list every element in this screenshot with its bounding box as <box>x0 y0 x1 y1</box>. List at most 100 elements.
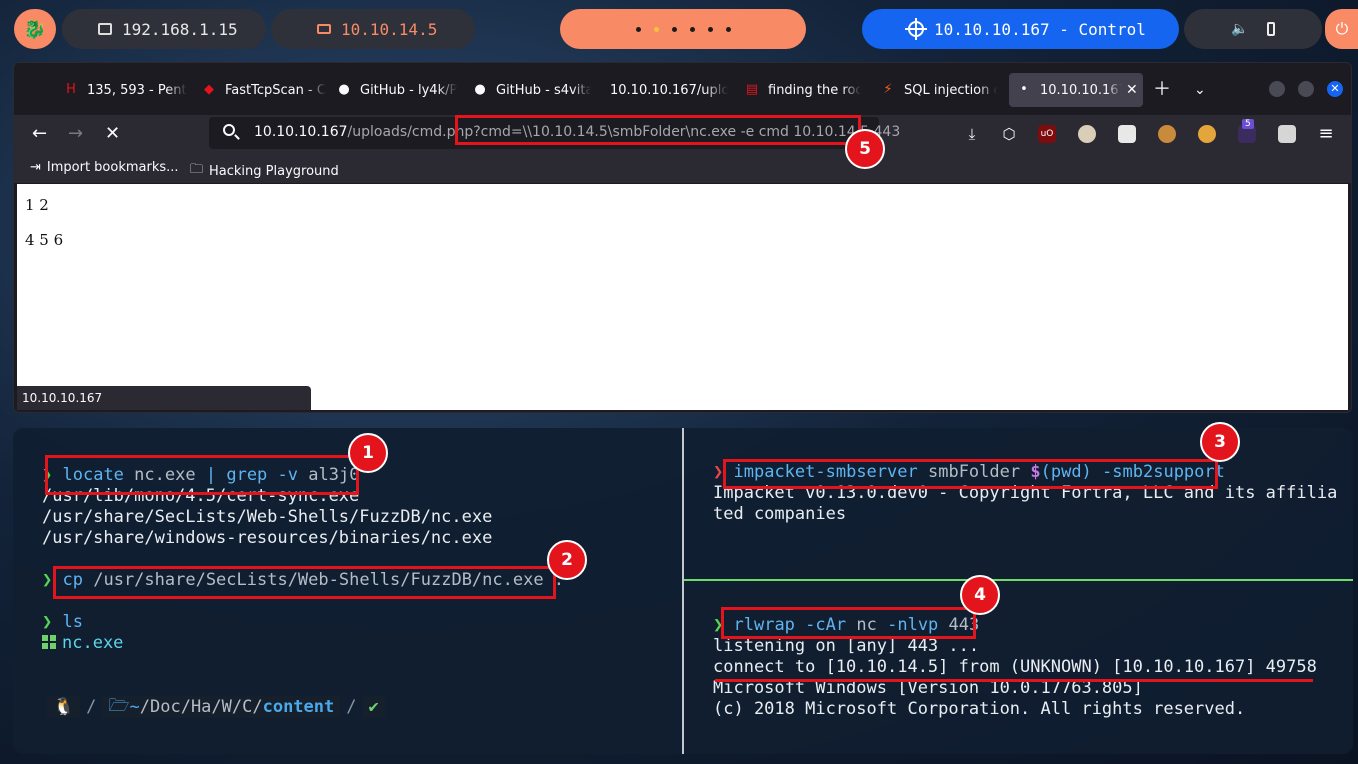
prompt-arrow: ❯ <box>42 570 53 590</box>
output-line: connect to [10.10.14.5] from (UNKNOWN) [… <box>713 657 1317 677</box>
tab-8-active[interactable]: • 10.10.10.167 ✕ <box>1009 73 1143 107</box>
tab-label: 10.10.10.167/uplo <box>610 82 728 98</box>
battery-icon[interactable] <box>1266 22 1275 36</box>
hackthebox-icon: H <box>66 82 76 97</box>
page-content: 1 2 4 5 6 10.10.10.167 <box>17 184 1348 410</box>
target-pill[interactable]: 10.10.10.167 - Control <box>862 9 1179 49</box>
linux-tux-icon: 🐧 <box>47 696 81 718</box>
workspace-5[interactable] <box>707 26 713 32</box>
tab-6[interactable]: ▤ finding the roo <box>745 73 861 107</box>
ethernet-icon <box>98 23 112 35</box>
kali-launcher-button[interactable]: 🐉 <box>14 9 56 49</box>
bookmark-label: Import bookmarks... <box>46 160 179 175</box>
tab-1[interactable]: H 135, 593 - Pent <box>64 73 188 107</box>
target-label: 10.10.10.167 - Control <box>934 19 1146 39</box>
tab-label: 135, 593 - Pent <box>87 82 187 98</box>
annotation-badge-1: 1 <box>348 433 388 473</box>
tab-label: finding the roo <box>768 82 861 98</box>
workspace-1[interactable] <box>635 26 641 32</box>
url-host: 10.10.10.167 <box>254 124 348 140</box>
tab-label: GitHub - s4vita <box>496 82 591 98</box>
left-cmd-3[interactable]: ❯ ls <box>42 612 83 633</box>
back-arrow-icon[interactable]: ← <box>32 123 47 145</box>
extensions-icon[interactable]: ⬡ <box>999 125 1019 143</box>
github-icon: ● <box>474 82 486 97</box>
pane-divider-horizontal[interactable] <box>684 579 1353 581</box>
bookmark-import[interactable]: ⇥ Import bookmarks... <box>30 160 179 175</box>
dot-icon: • <box>1020 82 1028 97</box>
prompt-bar: 🐧 / 🗁 ~/Doc/Ha/W/C/content / ✔ <box>47 696 385 718</box>
file-nc-exe: nc.exe <box>62 633 124 653</box>
path-current: content <box>262 697 335 717</box>
system-tray[interactable]: 🔈 <box>1184 9 1322 49</box>
cookie-icon[interactable] <box>1158 125 1176 143</box>
page-line-1: 1 2 <box>25 196 49 214</box>
workspace-3[interactable] <box>671 26 677 32</box>
ublock-icon[interactable]: uO <box>1038 125 1056 143</box>
import-icon: ⇥ <box>30 160 41 175</box>
tab-label: GitHub - ly4k/P <box>360 82 458 98</box>
crosshair-icon <box>905 18 927 40</box>
path-home: ~ <box>129 697 140 717</box>
volume-icon[interactable]: 🔈 <box>1231 21 1248 37</box>
maximize-button[interactable] <box>1298 81 1314 97</box>
host-ip-pill[interactable]: 192.168.1.15 <box>62 9 266 49</box>
qr-code-icon[interactable] <box>1118 125 1136 143</box>
kali-dragon-icon: 🐉 <box>23 18 47 40</box>
extension-badge: 5 <box>1242 119 1254 129</box>
pane-divider-vertical[interactable] <box>682 428 684 754</box>
minimize-button[interactable] <box>1269 81 1285 97</box>
annotation-badge-4: 4 <box>960 575 1000 615</box>
workspace-6[interactable] <box>725 26 731 32</box>
windows-icon <box>42 635 56 649</box>
bookmark-folder-hacking[interactable]: 🗀 Hacking Playground <box>190 160 339 182</box>
workspace-2[interactable] <box>653 26 659 32</box>
workspace-switcher[interactable] <box>560 9 806 49</box>
cookie-editor-icon[interactable] <box>1198 125 1216 143</box>
ls-output: nc.exe <box>42 633 123 654</box>
laptop-icon <box>317 24 331 34</box>
output-line: listening on [any] 443 ... <box>713 636 980 656</box>
new-tab-icon[interactable]: ＋ <box>1153 81 1171 99</box>
workspace-4[interactable] <box>689 26 695 32</box>
prompt-arrow: ❯ <box>713 462 724 482</box>
search-icon-handle <box>234 134 240 140</box>
search-icon <box>223 124 235 136</box>
tab-5[interactable]: 10.10.10.167/uplo <box>610 73 728 107</box>
vpn-ip-pill[interactable]: 10.10.14.5 <box>271 9 475 49</box>
annotation-box-4 <box>721 607 976 639</box>
download-icon[interactable]: ⤓ <box>962 125 982 143</box>
annotation-underline-connect <box>715 679 1313 682</box>
tab-3[interactable]: ● GitHub - ly4k/P <box>337 73 461 107</box>
close-window-icon[interactable]: ✕ <box>1327 81 1343 97</box>
annotation-badge-2: 2 <box>547 540 587 580</box>
power-icon: ⏻ <box>1335 19 1349 38</box>
annotation-box-5 <box>455 115 861 145</box>
stop-icon[interactable]: ✕ <box>105 123 120 145</box>
menu-icon[interactable]: ≡ <box>1316 125 1336 143</box>
tab-7[interactable]: ⚡ SQL injection c <box>881 73 997 107</box>
annotation-badge-3: 3 <box>1200 422 1240 462</box>
status-bar: 10.10.10.167 <box>17 386 311 410</box>
host-ip: 192.168.1.15 <box>122 19 238 39</box>
chevron-down-icon[interactable]: ⌄ <box>1194 81 1206 99</box>
bookmarks-bar: ⇥ Import bookmarks... 🗀 Hacking Playgrou… <box>14 155 1351 183</box>
owl-extension-icon[interactable] <box>1078 125 1096 143</box>
tab-label: SQL injection c <box>904 82 997 98</box>
output-line: (c) 2018 Microsoft Corporation. All righ… <box>713 699 1246 719</box>
tab-close-icon[interactable]: ✕ <box>1126 82 1138 98</box>
page-line-2: 4 5 6 <box>25 231 64 249</box>
output-line: /usr/share/windows-resources/binaries/nc… <box>42 528 493 548</box>
tab-2[interactable]: ◆ FastTcpScan - C <box>202 73 326 107</box>
tab-4[interactable]: ● GitHub - s4vita <box>473 73 591 107</box>
red-logo-icon: ◆ <box>204 82 214 97</box>
forward-arrow-icon[interactable]: → <box>68 123 83 145</box>
bars-icon: ▤ <box>745 82 759 97</box>
wappalyzer-icon[interactable] <box>1278 125 1296 143</box>
annotation-box-3 <box>723 459 1218 489</box>
lightning-icon: ⚡ <box>883 82 893 97</box>
tab-label: 10.10.10.167 <box>1040 82 1122 98</box>
power-button[interactable]: ⏻ <box>1325 9 1358 49</box>
output-line: ted companies <box>713 504 847 524</box>
foxyproxy-icon[interactable]: 5 <box>1238 119 1256 143</box>
